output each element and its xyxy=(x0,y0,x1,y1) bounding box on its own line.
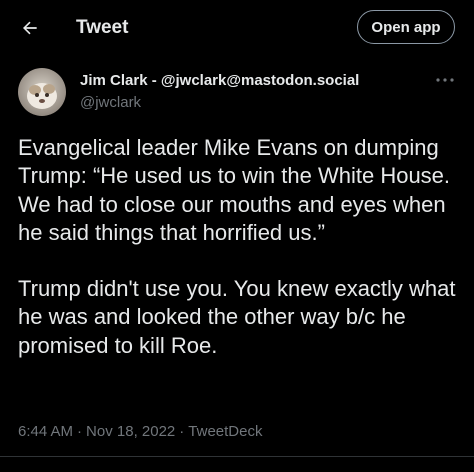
more-options-button[interactable] xyxy=(434,72,456,88)
more-horizontal-icon xyxy=(436,78,454,82)
tweet-date[interactable]: Nov 18, 2022 xyxy=(86,423,175,440)
avatar[interactable] xyxy=(18,68,66,116)
tweet-source[interactable]: TweetDeck xyxy=(188,423,262,440)
tweet-paragraph: Trump didn't use you. You knew exactly w… xyxy=(18,276,456,358)
meta-separator: · xyxy=(77,423,83,440)
page-title: Tweet xyxy=(76,17,129,38)
tweet-time[interactable]: 6:44 AM xyxy=(18,423,73,440)
divider xyxy=(0,456,474,457)
profile-photo xyxy=(18,68,66,116)
tweet-metadata: 6:44 AM · Nov 18, 2022 · TweetDeck xyxy=(18,422,262,442)
author-handle[interactable]: @jwclark xyxy=(80,93,141,113)
arrow-left-icon xyxy=(23,21,37,35)
tweet-paragraph: Evangelical leader Mike Evans on dumping… xyxy=(18,135,451,245)
meta-separator: · xyxy=(179,423,185,440)
tweet-text: Evangelical leader Mike Evans on dumping… xyxy=(18,134,466,360)
author-name[interactable]: Jim Clark - @jwclark@mastodon.social xyxy=(80,71,359,91)
back-button[interactable] xyxy=(14,12,46,44)
top-bar: Tweet Open app xyxy=(0,0,474,56)
open-app-button[interactable]: Open app xyxy=(357,10,455,44)
